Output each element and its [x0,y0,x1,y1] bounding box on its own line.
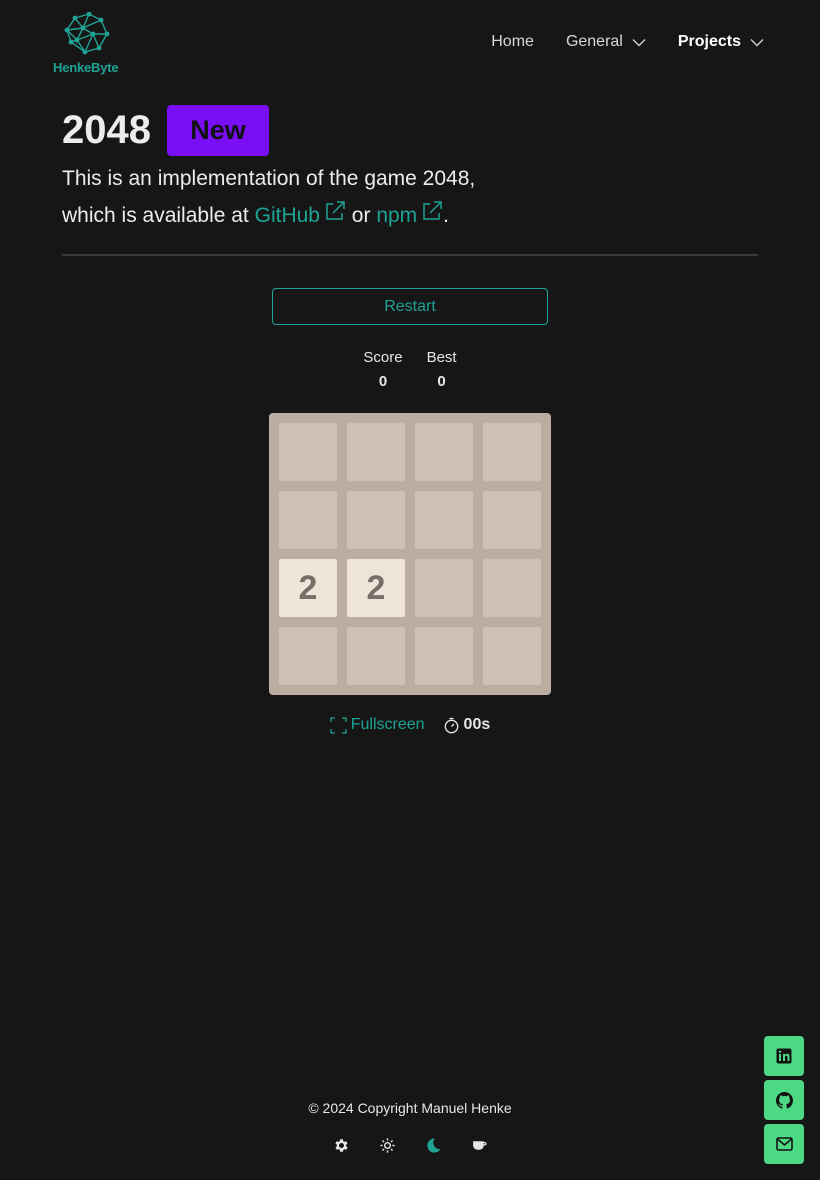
description-line-2: which is available at GitHub or npm. [62,197,582,234]
brand-name: HenkeByte [53,60,119,75]
empty-cell [415,627,473,685]
fullscreen-label: Fullscreen [350,716,425,733]
github-icon [775,1091,793,1109]
nav-general-label: General [565,33,623,50]
description-prefix: which is available at [62,204,255,227]
mail-icon [775,1137,793,1151]
moon-icon[interactable] [424,1136,442,1154]
empty-cell [483,559,541,617]
game-board[interactable]: 22 [269,413,551,695]
github-link[interactable]: GitHub [254,201,346,227]
mail-button[interactable] [764,1124,804,1164]
tile: 2 [279,559,337,617]
description-suffix: . [443,204,450,227]
restart-button[interactable]: Restart [272,288,548,325]
gear-icon[interactable] [332,1136,350,1154]
nav-home[interactable]: Home [491,33,534,51]
nav-projects-label: Projects [677,33,741,50]
fullscreen-icon [330,716,347,734]
chevron-down-icon [632,38,646,46]
empty-cell [415,491,473,549]
github-link-label: GitHub [254,204,320,227]
divider [62,254,758,256]
copyright-text: © 2024 Copyright Manuel Henke [308,1100,512,1116]
empty-cell [415,559,473,617]
best-box: Best 0 [427,349,457,397]
empty-cell [347,423,405,481]
nav-home-label: Home [491,33,534,50]
linkedin-icon [776,1048,792,1064]
fullscreen-button[interactable]: Fullscreen [330,716,425,734]
external-link-icon [326,201,345,220]
nav-general[interactable]: General [566,33,646,51]
page-title: 2048 [62,108,151,152]
chevron-down-icon [750,38,764,46]
new-badge: New [166,104,269,156]
linkedin-button[interactable] [764,1036,804,1076]
stopwatch-icon [444,717,458,733]
score-label: Score [363,349,403,366]
npm-link-label: npm [376,204,418,227]
empty-cell [483,627,541,685]
coffee-icon[interactable] [470,1136,488,1154]
brand-logo[interactable]: HenkeByte [53,12,125,78]
timer-value: 00s [463,716,491,733]
empty-cell [415,423,473,481]
logo-network-icon [64,12,110,55]
game-timer: 00s [443,716,491,734]
score-value: 0 [378,373,388,390]
best-value: 0 [437,373,446,390]
empty-cell [279,423,337,481]
empty-cell [279,491,337,549]
description-line-1: This is an implementation of the game 20… [62,167,476,190]
empty-cell [347,491,405,549]
empty-cell [279,627,337,685]
title-row: 2048 New [62,104,269,156]
empty-cell [483,423,541,481]
empty-cell [347,627,405,685]
external-link-icon [423,201,442,220]
score-box: Score 0 [363,349,402,397]
npm-link[interactable]: npm [376,201,443,227]
score-panel: Score 0 Best 0 [0,349,820,397]
page-description: This is an implementation of the game 20… [62,160,582,234]
empty-cell [483,491,541,549]
main-nav: Home General Projects [459,33,764,51]
theme-switcher [0,1136,820,1154]
site-header: HenkeByte Home General Projects [0,0,820,90]
sun-icon[interactable] [378,1136,396,1154]
best-label: Best [426,349,457,366]
nav-projects[interactable]: Projects [678,33,764,51]
github-button[interactable] [764,1080,804,1120]
description-or: or [345,204,377,227]
tile: 2 [347,559,405,617]
game-controls: Fullscreen 00s [0,716,820,734]
